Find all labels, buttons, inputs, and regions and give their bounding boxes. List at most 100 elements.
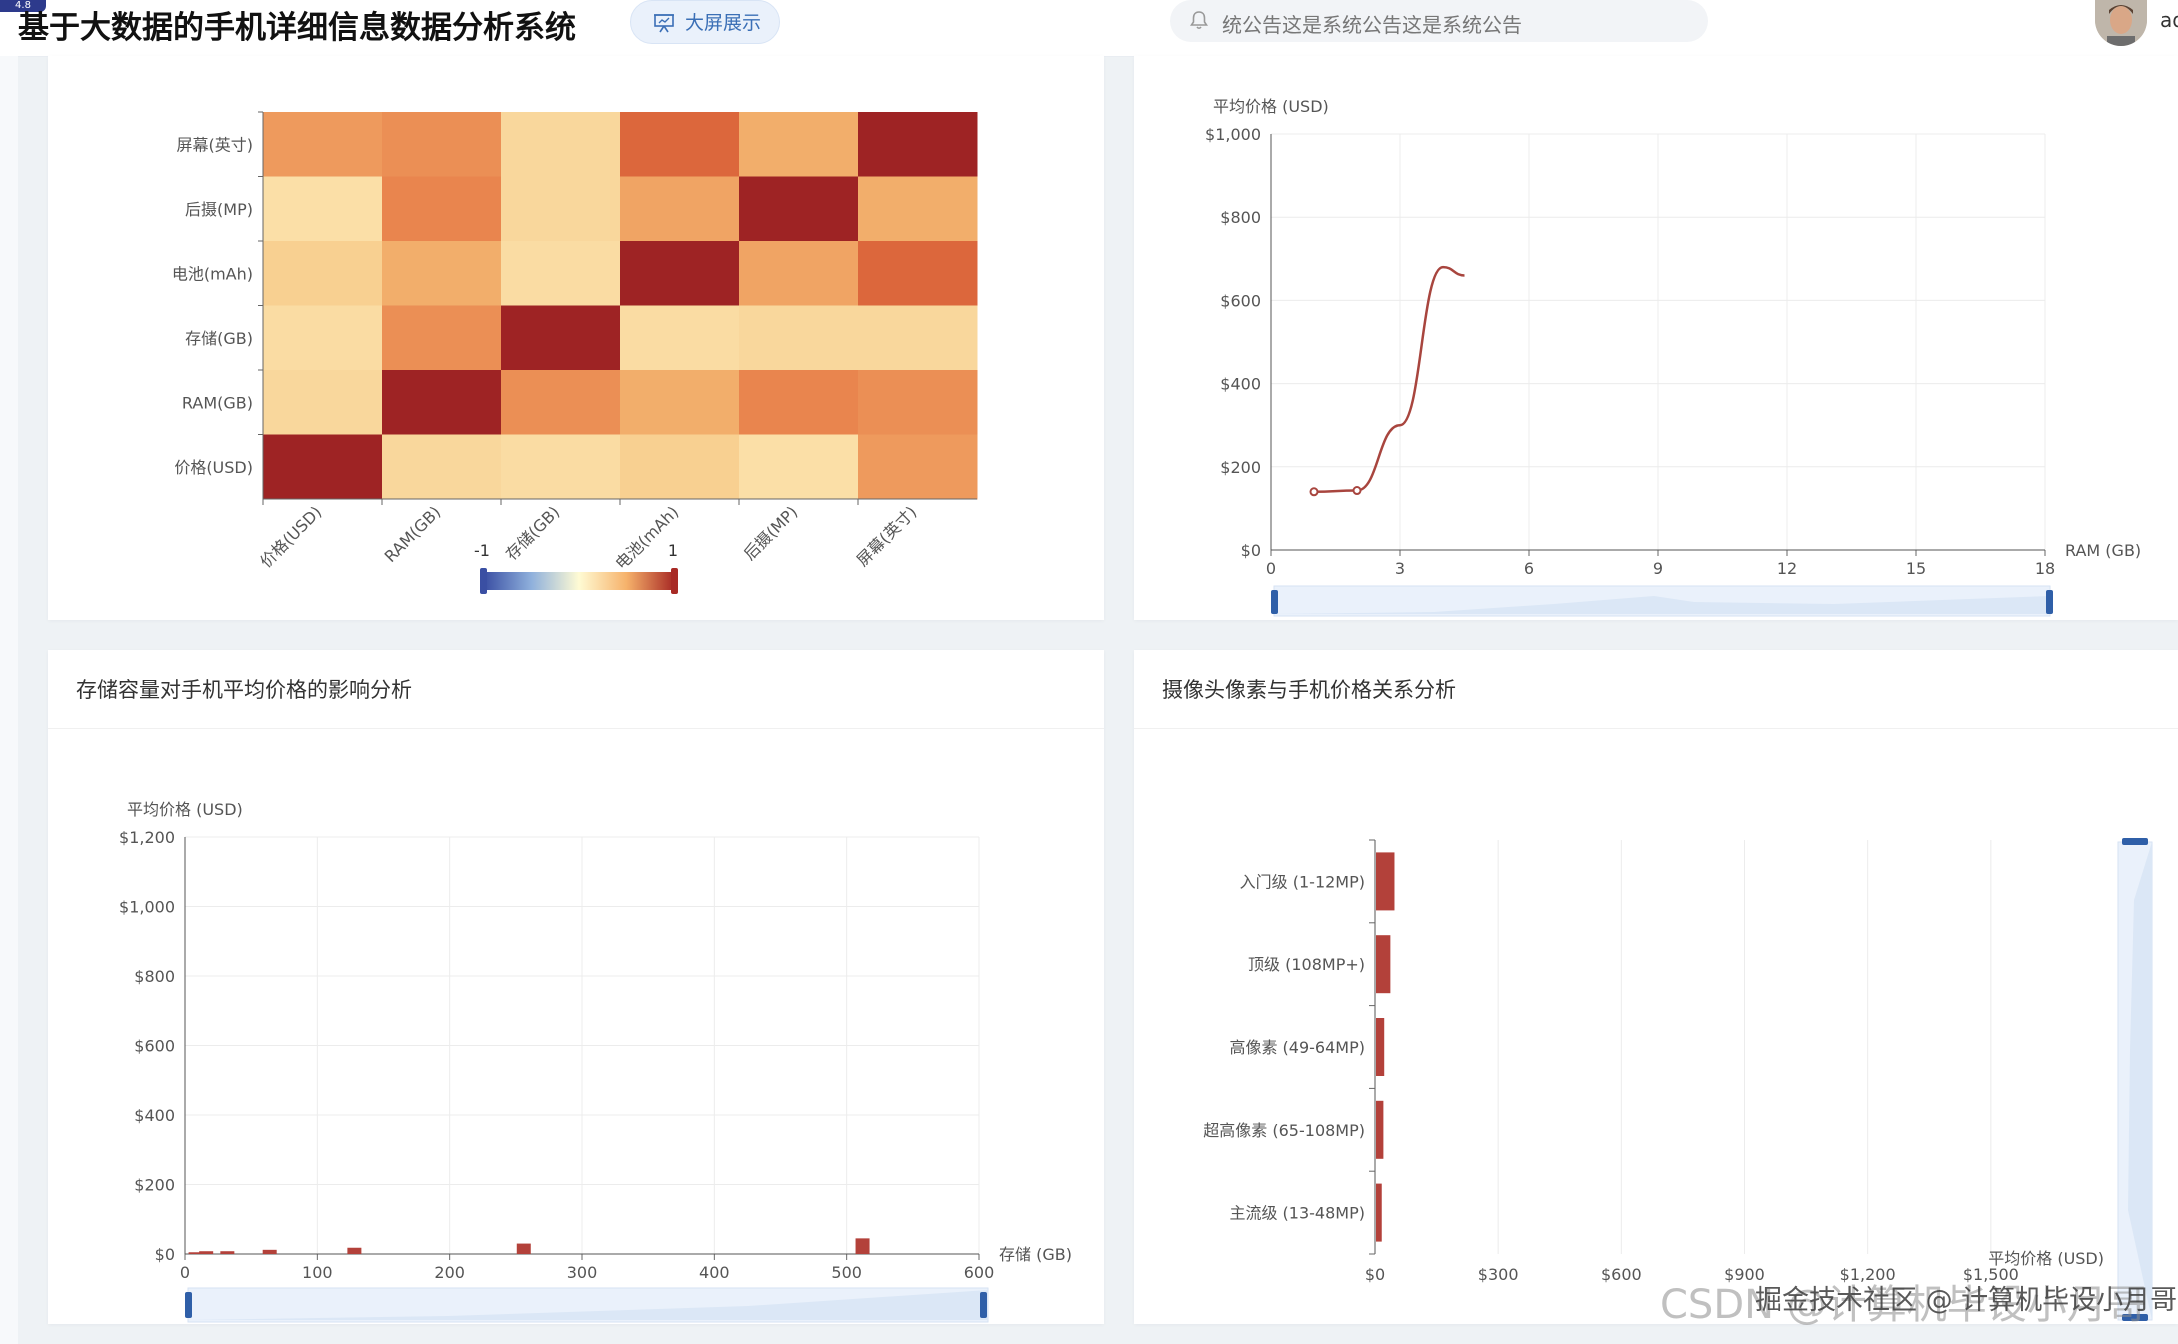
heatmap-cell[interactable] — [263, 434, 383, 500]
x-tick-label: $600 — [1601, 1265, 1642, 1284]
heatmap-x-label: 后摄(MP) — [740, 502, 801, 563]
heatmap-cell[interactable] — [382, 176, 502, 242]
heatmap-x-label: 屏幕(英寸) — [853, 502, 921, 570]
heatmap-cell[interactable] — [263, 112, 383, 177]
y-tick-label: $400 — [1220, 375, 1261, 394]
heatmap-cell[interactable] — [263, 241, 383, 306]
y-tick-label: $1,000 — [119, 898, 175, 917]
y-axis-label: 平均价格 (USD) — [127, 800, 243, 819]
heatmap-y-label: 屏幕(英寸) — [177, 135, 254, 154]
heatmap-cell[interactable] — [739, 434, 859, 500]
y-tick-label: $0 — [155, 1245, 175, 1264]
heatmap-cell[interactable] — [620, 305, 740, 371]
visual-map-handle-min[interactable] — [480, 568, 487, 594]
x-tick-label: 12 — [1777, 559, 1797, 578]
x-tick-label: $0 — [1365, 1265, 1385, 1284]
heatmap-cell[interactable] — [858, 370, 978, 435]
bar[interactable] — [347, 1247, 362, 1254]
zoom-handle-left[interactable] — [185, 1292, 192, 1318]
bar[interactable] — [1376, 1018, 1385, 1076]
y-tick-label: $1,200 — [119, 828, 175, 847]
heatmap-cell[interactable] — [382, 112, 502, 177]
x-tick-label: 200 — [434, 1263, 465, 1282]
heatmap-cell[interactable] — [263, 305, 383, 371]
heatmap-cell[interactable] — [620, 434, 740, 500]
heatmap-cell[interactable] — [620, 370, 740, 435]
heatmap-cell[interactable] — [263, 176, 383, 242]
bar[interactable] — [1376, 1183, 1382, 1242]
heatmap-y-label: 价格(USD) — [174, 458, 253, 477]
heatmap-cell[interactable] — [858, 112, 978, 177]
x-tick-label: 100 — [302, 1263, 333, 1282]
data-zoom-slider-vertical[interactable] — [2117, 838, 2153, 1321]
heatmap-cell[interactable] — [858, 176, 978, 242]
heatmap-cell[interactable] — [620, 241, 740, 306]
visual-map-bar[interactable] — [484, 572, 674, 590]
bar[interactable] — [1376, 935, 1391, 994]
bar[interactable] — [199, 1251, 214, 1254]
x-tick-label: 15 — [1906, 559, 1926, 578]
bar[interactable] — [1376, 852, 1395, 911]
system-notice[interactable]: 统公告这是系统公告这是系统公告 — [1170, 0, 1708, 42]
x-tick-label: 18 — [2035, 559, 2055, 578]
heatmap-cell[interactable] — [501, 241, 621, 306]
heatmap-x-label: RAM(GB) — [381, 502, 445, 566]
bar[interactable] — [262, 1249, 277, 1254]
ram-price-line-chart: $0 $200 $400 $600 $800 $1,000 0 3 6 9 12 15 18 平均价格 (… — [1205, 97, 2141, 617]
x-axis-label: RAM (GB) — [2065, 541, 2141, 560]
heatmap-cell[interactable] — [501, 434, 621, 500]
juejin-watermark: 掘金技术社区 @ 计算机毕设小月哥 — [1755, 1285, 2178, 1316]
user-avatar-image — [2095, 0, 2147, 46]
heatmap-cell[interactable] — [382, 370, 502, 435]
heatmap-cell[interactable] — [263, 370, 383, 435]
bar[interactable] — [516, 1243, 531, 1254]
data-zoom-slider[interactable] — [1271, 585, 2053, 617]
username[interactable]: ad — [2160, 8, 2178, 32]
camera-price-panel: 摄像头像素与手机价格关系分析 $0 $300 $600 $900 $1,200 $1,50… — [1134, 650, 2178, 1324]
heatmap-cell[interactable] — [620, 176, 740, 242]
big-screen-button[interactable]: 大屏展示 — [630, 0, 780, 44]
heatmap-cell[interactable] — [858, 241, 978, 306]
heatmap-cell[interactable] — [739, 176, 859, 242]
data-zoom-slider[interactable] — [185, 1287, 989, 1323]
zoom-handle-right[interactable] — [2046, 590, 2053, 614]
storage-price-bar-chart: $0 $200 $400 $600 $800 $1,000 $1,200 0 100 200 300… — [119, 800, 1072, 1323]
visual-map-min-label: -1 — [474, 541, 490, 560]
heatmap-cell[interactable] — [620, 112, 740, 177]
heatmap-cell[interactable] — [739, 112, 859, 177]
heatmap-cell[interactable] — [501, 370, 621, 435]
x-tick-label: 500 — [831, 1263, 862, 1282]
x-tick-label: $300 — [1478, 1265, 1519, 1284]
heatmap-cell[interactable] — [501, 176, 621, 242]
y-category-label: 主流级 (13-48MP) — [1229, 1204, 1365, 1223]
heatmap-cell[interactable] — [739, 305, 859, 371]
app-title: 基于大数据的手机详细信息数据分析系统 — [18, 10, 576, 46]
heatmap-cell[interactable] — [382, 241, 502, 306]
heatmap-panel: 屏幕(英寸) 后摄(MP) 电池(mAh) 存储(GB) RAM(GB) 价格(USD) … — [48, 56, 1104, 620]
avatar[interactable] — [2095, 0, 2147, 46]
bar[interactable] — [220, 1251, 235, 1254]
heatmap-cell[interactable] — [382, 305, 502, 371]
visual-map-handle-max[interactable] — [671, 568, 678, 594]
heatmap-cell[interactable] — [739, 370, 859, 435]
heatmap-cell[interactable] — [382, 434, 502, 500]
camera-price-bar-chart: $0 $300 $600 $900 $1,200 $1,500平均价格 (USD)入门级 … — [1203, 838, 2153, 1321]
bar[interactable] — [1376, 1100, 1384, 1159]
big-screen-label: 大屏展示 — [685, 12, 762, 34]
zoom-handle-right[interactable] — [980, 1292, 987, 1318]
heatmap-y-label: RAM(GB) — [182, 393, 253, 412]
y-tick-label: $800 — [134, 967, 175, 986]
zoom-handle-left[interactable] — [1271, 590, 1278, 614]
heatmap-cell[interactable] — [501, 305, 621, 371]
x-tick-label: 9 — [1653, 559, 1663, 578]
bar[interactable] — [855, 1238, 870, 1254]
zoom-handle-top[interactable] — [2122, 838, 2148, 845]
heatmap-cell[interactable] — [858, 305, 978, 371]
x-axis-label: 存储 (GB) — [999, 1245, 1072, 1264]
line-point[interactable] — [1309, 487, 1319, 497]
heatmap-cell[interactable] — [858, 434, 978, 500]
line-point[interactable] — [1352, 486, 1362, 496]
heatmap-cell[interactable] — [501, 112, 621, 177]
heatmap-cell[interactable] — [739, 241, 859, 306]
heatmap-y-label: 存储(GB) — [185, 329, 253, 348]
